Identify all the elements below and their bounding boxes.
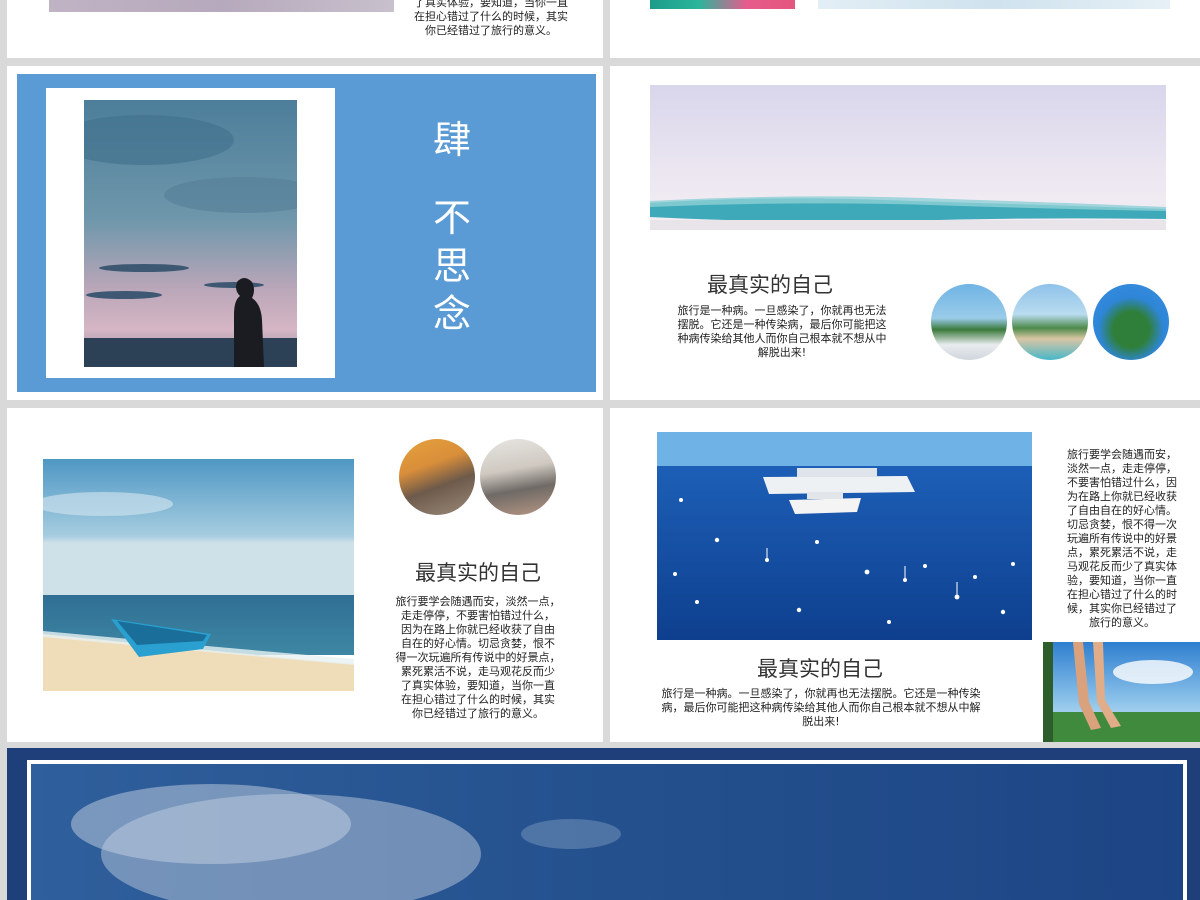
photo-resort-pool xyxy=(1012,284,1088,360)
side-line: 为在路上你就已经收获 xyxy=(1067,490,1177,503)
photo-resort-palm xyxy=(931,284,1007,360)
side-line: 旅行的意义。 xyxy=(1089,616,1155,629)
side-line: 不要害怕错过什么，因 xyxy=(1067,476,1177,489)
slide-top-left[interactable]: 了真实体验，要知道，当你一直 在担心错过了什么的时候，其实 你已经错过了旅行的意… xyxy=(7,0,603,58)
photo-boat-beach xyxy=(43,459,354,691)
body-line: 旅行是一种病。一旦感染了，你就再也无法 xyxy=(677,304,887,317)
side-line: 验，要知道，当你一直 xyxy=(1067,574,1177,587)
title-char: 肆 xyxy=(432,118,471,162)
photo-woman-by-sea xyxy=(84,100,297,367)
photo-rocks-shore xyxy=(480,439,556,515)
side-line: 玩遍所有传说中的好景 xyxy=(1067,532,1177,545)
slide-heading: 最真实的自己 xyxy=(757,657,883,681)
body-line: 在担心错过了什么的时候，其实 xyxy=(401,693,555,706)
body-line: 了真实体验，要知道，当你一直 xyxy=(414,0,568,9)
body-line: 旅行是一种病。一旦感染了，你就再也无法摆脱。它还是一种传染 xyxy=(661,687,981,700)
photo-ocean-wave xyxy=(650,85,1166,230)
body-line: 在担心错过了什么的时候，其实 xyxy=(414,10,568,23)
slide-ship[interactable]: 最真实的自己 旅行是一种病。一旦感染了，你就再也无法摆脱。它还是一种传染 病，最… xyxy=(610,408,1200,742)
side-line: 了自由自在的好心情。 xyxy=(1067,504,1177,517)
body-line: 摆脱。它还是一种传染病，最后你可能把这 xyxy=(677,318,887,331)
photo-cruise-ships xyxy=(657,432,1032,640)
body-text: 旅行是一种病。一旦感染了，你就再也无法摆脱。它还是一种传染 病，最后你可能把这种… xyxy=(660,687,982,729)
body-line: 得一次玩遍所有传说中的好景点， xyxy=(395,651,561,664)
body-line: 了真实体验，要知道，当你一直 xyxy=(401,679,555,692)
photo-top-left xyxy=(49,0,394,12)
body-line: 你已经错过了旅行的意义。 xyxy=(425,24,557,37)
side-line: 切忌贪婪，恨不得一次 xyxy=(1067,518,1177,531)
body-line: 你已经错过了旅行的意义。 xyxy=(412,707,544,720)
body-line: 走走停停，不要害怕错过什么， xyxy=(401,609,555,622)
subtitle-char: 思 xyxy=(432,244,471,288)
photo-sky-clouds xyxy=(31,764,1183,900)
body-line: 脱出来! xyxy=(802,715,840,728)
side-line: 在担心错过了什么的时 xyxy=(1067,588,1177,601)
side-line: 点，累死累活不说，走 xyxy=(1067,546,1177,559)
slide-cover[interactable]: 肆 不 思 念 xyxy=(7,66,603,400)
photo-palm-trees xyxy=(1093,284,1169,360)
body-line: 旅行要学会随遇而安，淡然一点， xyxy=(395,595,561,608)
photo-snow xyxy=(818,0,1170,9)
side-line: 旅行要学会随遇而安， xyxy=(1067,448,1177,461)
slide-top-right[interactable] xyxy=(610,0,1200,58)
body-line: 解脱出来! xyxy=(757,346,807,359)
photo-rocks-sunset xyxy=(399,439,475,515)
side-line: 马观花反而少了真实体 xyxy=(1067,560,1177,573)
slide-heading: 最真实的自己 xyxy=(415,561,541,585)
body-line: 因为在路上你就已经收获了自由 xyxy=(401,623,555,636)
body-text: 了真实体验，要知道，当你一直 在担心错过了什么的时候，其实 你已经错过了旅行的意… xyxy=(391,0,591,38)
side-line: 淡然一点，走走停停， xyxy=(1067,462,1177,475)
body-line: 自在的好心情。切忌贪婪，恨不 xyxy=(401,637,555,650)
slide-wave[interactable]: 最真实的自己 旅行是一种病。一旦感染了，你就再也无法 摆脱。它还是一种传染病，最… xyxy=(610,66,1200,400)
side-line: 候，其实你已经错过了 xyxy=(1067,602,1177,615)
slide-boat[interactable]: 最真实的自己 旅行要学会随遇而安，淡然一点， 走走停停，不要害怕错过什么， 因为… xyxy=(7,408,603,742)
side-text: 旅行要学会随遇而安， 淡然一点，走走停停， 不要害怕错过什么，因 为在路上你就已… xyxy=(1057,448,1187,630)
photo-colorful-objects xyxy=(650,0,795,9)
body-text: 旅行是一种病。一旦感染了，你就再也无法 摆脱。它还是一种传染病，最后你可能把这 … xyxy=(662,304,902,360)
body-text: 旅行要学会随遇而安，淡然一点， 走走停停，不要害怕错过什么， 因为在路上你就已经… xyxy=(378,595,578,721)
body-line: 累死累活不说，走马观花反而少 xyxy=(401,665,555,678)
photo-legs-swing xyxy=(1043,642,1200,742)
slide-heading: 最真实的自己 xyxy=(707,273,833,297)
body-line: 种病传染给其他人而你自己根本就不想从中 xyxy=(677,332,887,345)
subtitle-char: 念 xyxy=(432,292,471,336)
body-line: 病，最后你可能把这种病传染给其他人而你自己根本就不想从中解 xyxy=(661,701,981,714)
slide-sky[interactable] xyxy=(7,748,1200,900)
subtitle-char: 不 xyxy=(432,196,471,240)
